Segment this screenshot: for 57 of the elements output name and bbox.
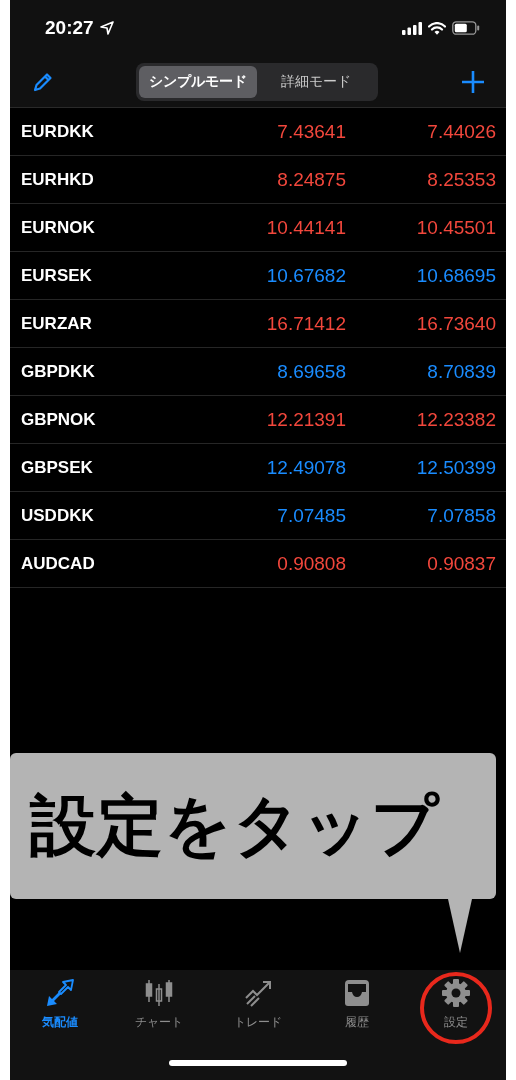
symbol-name: EURNOK [21,217,96,238]
settings-icon [441,978,472,1008]
bid-price: 12.49078 [265,456,346,479]
bid-price: 0.90808 [276,552,346,575]
tab-bar-item[interactable]: チャート [109,974,209,1046]
tab-bar-item[interactable]: トレード [208,974,308,1046]
quote-row[interactable]: EURDKK 7.43641 7.44026 [10,108,506,156]
quote-row[interactable]: GBPDKK 8.69658 8.70839 [10,348,506,396]
symbol-name: EURZAR [21,313,93,334]
bid-price: 7.43641 [276,120,346,143]
ask-price: 16.73640 [415,312,497,335]
quote-row[interactable]: EURSEK 10.67682 10.68695 [10,252,506,300]
quote-row[interactable]: GBPSEK 12.49078 12.50399 [10,444,506,492]
symbol-name: USDDKK [21,505,95,526]
ask-price: 8.25353 [426,168,497,191]
quote-row[interactable]: AUDCAD 0.90808 0.90837 [10,540,506,588]
bid-price: 7.07485 [276,504,346,527]
bid-price: 10.67682 [265,264,346,287]
symbol-name: GBPNOK [21,409,97,430]
bid-price: 16.71412 [265,312,346,335]
symbol-name: EURDKK [21,121,95,142]
ask-price: 8.70839 [426,360,497,383]
quote-row[interactable]: EURHKD 8.24875 8.25353 [10,156,506,204]
ask-price: 12.23382 [415,408,497,431]
candlestick-icon [143,978,174,1008]
symbol-name: EURHKD [21,169,95,190]
quote-row[interactable]: EURZAR 16.71412 16.73640 [10,300,506,348]
symbol-name: EURSEK [21,265,93,286]
symbol-name: AUDCAD [21,553,96,574]
signal-icon [402,21,422,35]
quote-row[interactable]: GBPNOK 12.21391 12.23382 [10,396,506,444]
battery-icon [452,21,480,35]
tab-bar-item[interactable]: 履歴 [307,974,407,1046]
bid-price: 10.44141 [265,216,346,239]
ask-price: 10.45501 [415,216,497,239]
mode-tab[interactable]: シンプルモード [139,65,257,98]
bid-price: 8.69658 [276,360,346,383]
diagonal-arrows-icon [44,978,75,1008]
ask-price: 7.44026 [426,120,497,143]
wifi-icon [428,21,446,35]
ask-price: 12.50399 [415,456,497,479]
plus-icon [460,68,486,95]
quote-row[interactable]: EURNOK 10.44141 10.45501 [10,204,506,252]
ask-price: 10.68695 [415,264,497,287]
bid-price: 12.21391 [265,408,346,431]
symbol-name: GBPSEK [21,457,94,478]
quote-row[interactable]: USDDKK 7.07485 7.07858 [10,492,506,540]
bid-price: 8.24875 [276,168,346,191]
ask-price: 7.07858 [426,504,497,527]
trend-arrow-icon [243,978,273,1008]
mode-tab[interactable]: 詳細モード [257,65,375,98]
ask-price: 0.90837 [426,552,497,575]
status-time: 20:27 [45,17,94,39]
symbol-name: GBPDKK [21,361,96,382]
location-arrow-icon [99,21,114,35]
tab-bar-item[interactable]: 気配値 [10,974,110,1046]
callout-text: 設定をタップ [30,786,440,866]
